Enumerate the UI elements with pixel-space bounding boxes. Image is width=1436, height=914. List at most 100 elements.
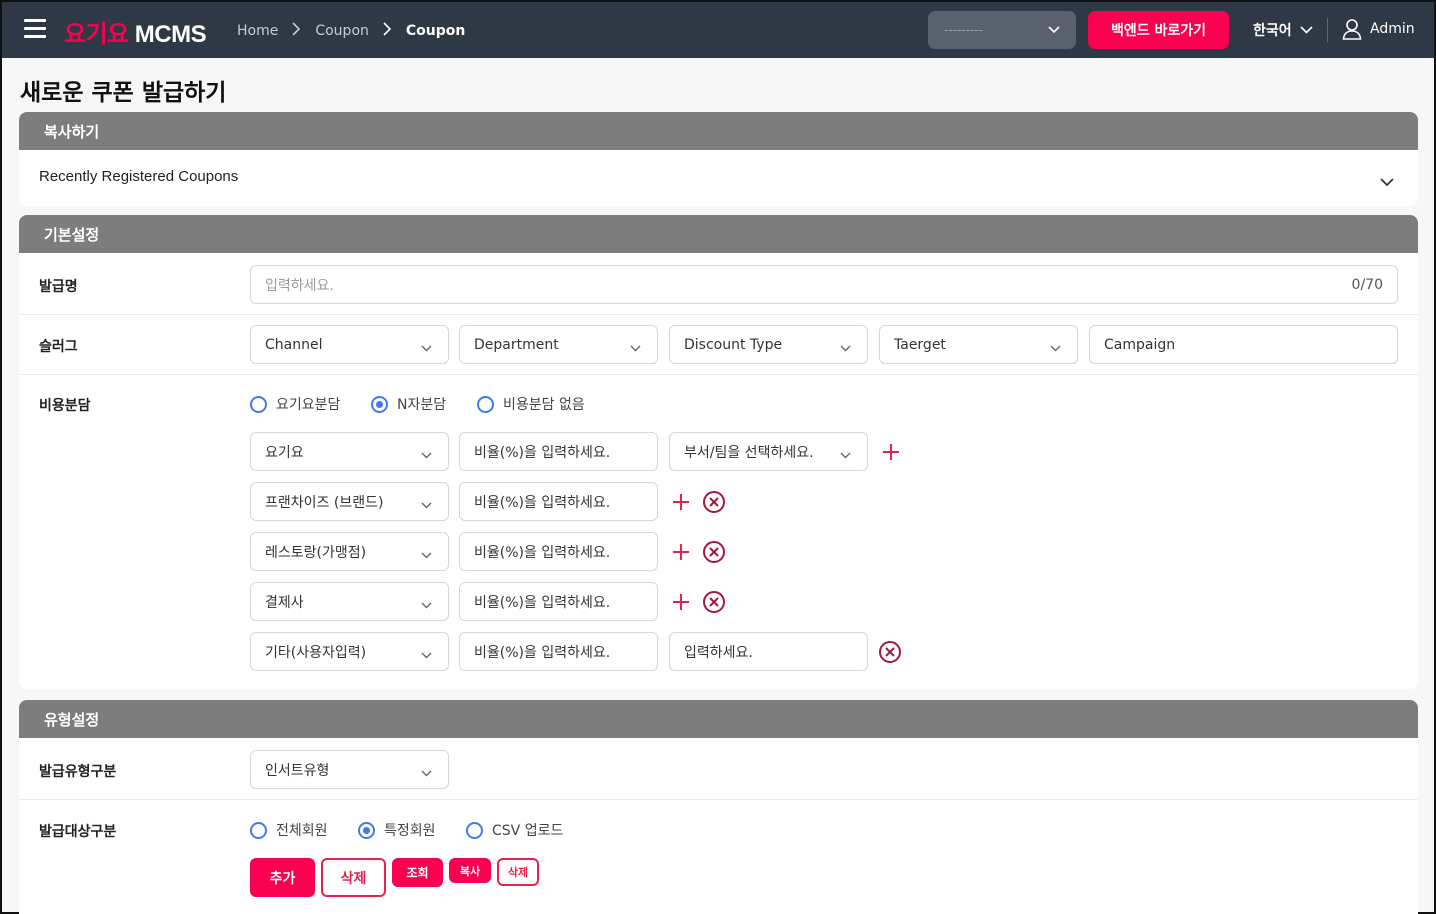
share-party-select[interactable]: 결제사 — [250, 582, 449, 621]
remove-circle-icon[interactable] — [702, 490, 726, 514]
share-rate-placeholder: 비율(%)을 입력하세요. — [474, 544, 611, 561]
share-party-label: 레스토랑(가맹점) — [265, 544, 367, 561]
divider — [19, 799, 1418, 800]
radio-n-share[interactable]: N자분담 — [371, 394, 446, 414]
share-rate-placeholder: 비율(%)을 입력하세요. — [474, 594, 611, 611]
radio-circle-selected — [358, 821, 375, 839]
backend-shortcut-button[interactable]: 백엔드 바로가기 — [1088, 11, 1229, 49]
chevron-down-icon — [421, 765, 432, 781]
remove-circle-icon[interactable] — [702, 590, 726, 614]
chevron-down-icon — [1050, 340, 1061, 356]
department-team-select[interactable]: 부서/팀을 선택하세요. — [669, 432, 868, 471]
issue-type-value: 인서트유형 — [265, 762, 330, 779]
lookup-button[interactable]: 조회 — [392, 858, 443, 887]
plus-icon[interactable] — [882, 443, 900, 461]
chevron-down-icon — [840, 340, 851, 356]
department-select[interactable]: Department — [459, 325, 658, 364]
radio-specific-members[interactable]: 특정회원 — [358, 820, 436, 840]
radio-all-members[interactable]: 전체회원 — [250, 820, 328, 840]
campaign-input[interactable]: Campaign — [1089, 325, 1398, 364]
share-rate-input[interactable]: 비율(%)을 입력하세요. — [459, 582, 658, 621]
issue-type-select[interactable]: 인서트유형 — [250, 750, 449, 789]
radio-circle — [250, 395, 267, 413]
top-navigation-bar: 요기요 MCMS Home Coupon Coupon --------- 백엔드… — [2, 2, 1434, 58]
copy-section: 복사하기 Recently Registered Coupons — [19, 112, 1418, 206]
radio-no-share[interactable]: 비용분담 없음 — [477, 394, 585, 414]
share-party-label: 프랜차이즈 (브랜드) — [265, 494, 384, 511]
chevron-right-icon — [383, 21, 392, 40]
breadcrumb: Home Coupon Coupon — [237, 21, 465, 40]
plus-icon[interactable] — [672, 593, 690, 611]
radio-circle-selected — [371, 395, 388, 413]
department-select-label: Department — [474, 336, 559, 353]
language-label: 한국어 — [1253, 23, 1292, 39]
breadcrumb-current: Coupon — [405, 22, 466, 39]
radio-circle — [477, 395, 494, 413]
user-name: Admin — [1370, 21, 1415, 37]
slug-label: 슬러그 — [39, 339, 78, 355]
chevron-down-icon — [421, 647, 432, 663]
app-logo[interactable]: 요기요 MCMS — [64, 14, 207, 49]
radio-yogiyo-share[interactable]: 요기요분담 — [250, 394, 340, 414]
recent-coupons-label: Recently Registered Coupons — [39, 168, 239, 185]
basic-settings-section: 기본설정 발급명 입력하세요. 0/70 슬러그 Channel Departm… — [19, 215, 1418, 689]
radio-circle — [250, 821, 267, 839]
chevron-down-icon — [840, 447, 851, 463]
plus-icon[interactable] — [672, 543, 690, 561]
share-party-label: 기타(사용자입력) — [265, 644, 367, 661]
share-party-select[interactable]: 레스토랑(가맹점) — [250, 532, 449, 571]
chevron-down-icon — [1048, 23, 1060, 37]
department-team-label: 부서/팀을 선택하세요. — [684, 444, 814, 461]
basic-settings-header: 기본설정 — [19, 215, 1418, 253]
delete-small-button[interactable]: 삭제 — [497, 858, 539, 886]
chevron-down-icon — [421, 497, 432, 513]
share-party-select[interactable]: 기타(사용자입력) — [250, 632, 449, 671]
channel-select[interactable]: Channel — [250, 325, 449, 364]
share-rate-input[interactable]: 비율(%)을 입력하세요. — [459, 532, 658, 571]
copy-section-header: 복사하기 — [19, 112, 1418, 150]
share-rate-placeholder: 비율(%)을 입력하세요. — [474, 444, 611, 461]
user-icon — [1342, 19, 1362, 40]
share-party-select[interactable]: 프랜차이즈 (브랜드) — [250, 482, 449, 521]
cost-share-label: 비용분담 — [39, 398, 91, 414]
share-party-select[interactable]: 요기요 — [250, 432, 449, 471]
system-name: MCMS — [134, 21, 207, 48]
char-counter: 0/70 — [1351, 277, 1383, 293]
issue-name-input[interactable]: 입력하세요. 0/70 — [250, 265, 1398, 304]
radio-label: CSV 업로드 — [492, 823, 564, 839]
user-menu[interactable]: Admin — [1342, 18, 1415, 40]
brand-name: 요기요 — [64, 20, 129, 48]
radio-csv-upload[interactable]: CSV 업로드 — [466, 820, 563, 840]
discount-type-select-label: Discount Type — [684, 336, 783, 353]
share-rate-input[interactable]: 비율(%)을 입력하세요. — [459, 432, 658, 471]
target-select-label: Taerget — [894, 336, 946, 353]
divider — [19, 314, 1418, 315]
share-rate-input[interactable]: 비율(%)을 입력하세요. — [459, 632, 658, 671]
target-select[interactable]: Taerget — [879, 325, 1078, 364]
chevron-down-icon — [1300, 22, 1313, 38]
divider — [1327, 18, 1328, 42]
custom-party-input[interactable]: 입력하세요. — [669, 632, 868, 671]
radio-label: 전체회원 — [276, 823, 328, 839]
chevron-down-icon — [1380, 172, 1394, 191]
divider — [19, 374, 1418, 375]
radio-label: N자분담 — [397, 397, 447, 413]
language-selector[interactable]: 한국어 — [1253, 20, 1313, 40]
add-button[interactable]: 추가 — [250, 858, 315, 897]
share-rate-input[interactable]: 비율(%)을 입력하세요. — [459, 482, 658, 521]
remove-circle-icon[interactable] — [878, 640, 902, 664]
delete-button[interactable]: 삭제 — [321, 858, 386, 897]
recent-coupons-accordion[interactable]: Recently Registered Coupons — [19, 150, 1418, 206]
top-select-dropdown[interactable]: --------- — [928, 11, 1076, 49]
discount-type-select[interactable]: Discount Type — [669, 325, 868, 364]
breadcrumb-coupon[interactable]: Coupon — [315, 23, 369, 39]
breadcrumb-home[interactable]: Home — [237, 23, 278, 39]
chevron-down-icon — [421, 597, 432, 613]
remove-circle-icon[interactable] — [702, 540, 726, 564]
plus-icon[interactable] — [672, 493, 690, 511]
menu-icon[interactable] — [24, 19, 46, 39]
issue-type-label: 발급유형구분 — [39, 764, 117, 780]
copy-button[interactable]: 복사 — [449, 858, 491, 883]
page-title: 새로운 쿠폰 발급하기 — [20, 80, 227, 106]
chevron-down-icon — [421, 447, 432, 463]
